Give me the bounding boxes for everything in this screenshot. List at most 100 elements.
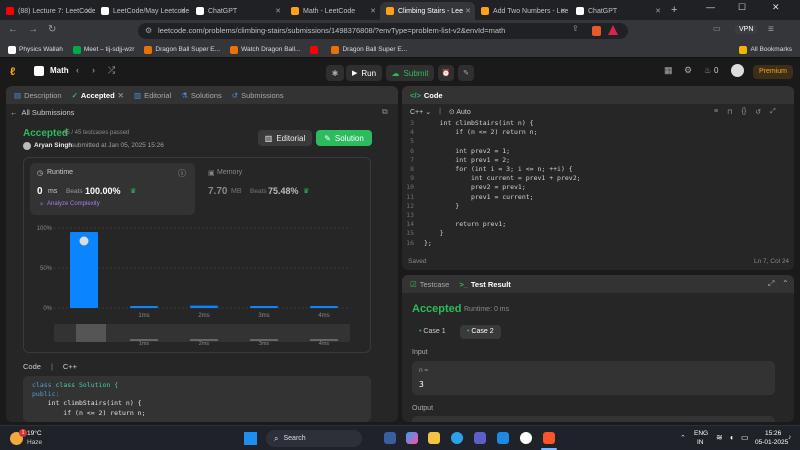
submit-button[interactable]: ☁ Submit: [386, 65, 434, 81]
browser-tab[interactable]: LeetCode/May Leetcode ✕: [95, 2, 190, 20]
brave-shield-icon[interactable]: [592, 26, 601, 36]
close-tab-icon[interactable]: ✕: [655, 7, 661, 15]
bookmark-item[interactable]: Physics Wallah: [8, 45, 63, 54]
close-tab-icon[interactable]: ✕: [370, 7, 376, 15]
tab-solutions[interactable]: ⚗ Solutions: [181, 91, 222, 100]
tab-editorial[interactable]: ▥ Editorial: [134, 91, 171, 100]
task-view-icon[interactable]: [384, 432, 396, 444]
link-icon[interactable]: ⧉: [382, 107, 388, 117]
browser-tab[interactable]: Math - LeetCode ✕: [285, 2, 380, 20]
url-field[interactable]: ⚙ leetcode.com/problems/climbing-stairs/…: [138, 23, 628, 39]
code-editor[interactable]: 3 int climbStairs(int n) {4 if (n <= 2) …: [402, 119, 794, 248]
user-name[interactable]: Aryan Singh: [34, 142, 72, 149]
clock-time[interactable]: 15:26: [765, 430, 781, 437]
extensions-icon[interactable]: ▭: [713, 24, 721, 33]
expand-icon[interactable]: ⤢: [768, 279, 774, 289]
brave-icon[interactable]: [543, 432, 555, 444]
language-code[interactable]: ENG: [694, 430, 708, 437]
format-icon[interactable]: ≡: [714, 108, 718, 116]
file-explorer-icon[interactable]: [428, 432, 440, 444]
avatar[interactable]: [731, 64, 744, 77]
taskbar-search[interactable]: ⌕ Search: [266, 430, 362, 447]
bookmark-item[interactable]: Dragon Ball Super E...: [144, 45, 220, 54]
minimize-icon[interactable]: —: [706, 2, 715, 12]
language-select[interactable]: C++ ⌄: [410, 108, 431, 116]
browser-tab[interactable]: (88) Lecture 7: LeetCode ✕: [0, 2, 95, 20]
menu-icon[interactable]: ≡: [768, 24, 774, 35]
bookmark-item[interactable]: Watch Dragon Ball...: [230, 45, 300, 54]
close-tab-icon[interactable]: ✕: [465, 7, 471, 15]
edge-icon[interactable]: [451, 432, 463, 444]
reset-icon[interactable]: ↺: [755, 108, 761, 116]
reload-icon[interactable]: ↻: [48, 24, 56, 35]
case-1-tab[interactable]: • Case 1: [412, 325, 453, 339]
back-icon[interactable]: ←: [8, 24, 18, 35]
close-tab-icon[interactable]: ✕: [275, 7, 281, 15]
notes-button[interactable]: ✎: [458, 65, 474, 81]
analyze-complexity-link[interactable]: Analyze Complexity: [47, 201, 100, 207]
runtime-card[interactable]: ◷ Runtime ⓘ 0 ms Beats 100.00% ♛ ✧ Analy…: [30, 163, 195, 215]
premium-button[interactable]: Premium: [753, 65, 794, 79]
close-tab-icon[interactable]: ✕: [560, 7, 566, 15]
case-2-tab[interactable]: • Case 2: [460, 325, 501, 339]
browser-tab[interactable]: Add Two Numbers - Lee ✕: [475, 2, 570, 20]
bookmark-item[interactable]: Meet – tij-sdjj-wzr: [72, 45, 134, 54]
browser-tab[interactable]: ChatGPT ✕: [570, 2, 665, 20]
tab-accepted[interactable]: ✓ Accepted ✕: [72, 91, 124, 100]
solution-button[interactable]: ✎ Solution: [316, 130, 372, 146]
tab-code[interactable]: </> Code: [410, 91, 443, 100]
vpn-button[interactable]: VPN: [735, 25, 758, 34]
leetcode-logo-icon[interactable]: ℓ: [10, 66, 15, 78]
debug-button[interactable]: ✱: [326, 65, 344, 81]
bookmark-icon[interactable]: ⊓: [727, 108, 732, 116]
brackets-icon[interactable]: {}: [742, 108, 747, 116]
editorial-button[interactable]: ▥ Editorial: [258, 130, 312, 146]
volume-icon[interactable]: ◖: [729, 433, 734, 442]
windows-start-icon[interactable]: [244, 432, 257, 445]
browser-tab[interactable]: Climbing Stairs - Lee ✕: [380, 2, 475, 20]
prev-problem-icon[interactable]: ‹: [76, 65, 79, 75]
store-icon[interactable]: [497, 432, 509, 444]
copilot-icon[interactable]: [406, 432, 418, 444]
battery-icon[interactable]: ▭: [741, 433, 749, 442]
tray-overflow-icon[interactable]: ⌃: [680, 434, 686, 442]
tab-testcase[interactable]: ☑ Testcase: [410, 280, 449, 289]
shuffle-icon[interactable]: ⤮: [108, 65, 115, 76]
notification-bell-icon[interactable]: ♪: [788, 434, 792, 441]
timer-button[interactable]: ⏰: [438, 65, 454, 81]
dell-icon[interactable]: [520, 432, 532, 444]
brave-rewards-icon[interactable]: [608, 25, 618, 35]
layout-icon[interactable]: ▦: [664, 65, 673, 76]
browser-tab[interactable]: ChatGPT ✕: [190, 2, 285, 20]
forward-icon[interactable]: →: [28, 24, 38, 35]
all-bookmarks-button[interactable]: All Bookmarks: [739, 45, 792, 54]
share-icon[interactable]: ⇪: [572, 24, 579, 33]
settings-icon[interactable]: ⚙: [684, 65, 692, 76]
maximize-icon[interactable]: ☐: [738, 2, 746, 13]
all-submissions-link[interactable]: ← All Submissions: [10, 108, 74, 117]
language-region[interactable]: IN: [697, 439, 704, 446]
new-tab-icon[interactable]: +: [671, 2, 677, 20]
memory-card[interactable]: ▣ Memory 7.70 MB Beats 75.48% ♛: [202, 163, 367, 215]
bookmark-item[interactable]: [310, 45, 321, 54]
run-button[interactable]: ▶ Run: [346, 65, 382, 81]
close-tab-icon[interactable]: ✕: [85, 7, 91, 15]
site-info-icon[interactable]: ⚙: [145, 23, 152, 39]
auto-mode[interactable]: ⊙ Auto: [449, 108, 471, 116]
expand-icon[interactable]: ⤢: [770, 108, 776, 116]
bookmark-item[interactable]: Dragon Ball Super E...: [331, 45, 407, 54]
problem-list-title[interactable]: Math: [50, 66, 69, 75]
teams-icon[interactable]: [474, 432, 486, 444]
info-icon[interactable]: ⓘ: [178, 168, 186, 179]
user-avatar[interactable]: [23, 142, 31, 150]
clock-date[interactable]: 05-01-2025: [755, 439, 788, 446]
problem-list-icon[interactable]: [34, 66, 44, 76]
close-tab-icon[interactable]: ✕: [180, 7, 186, 15]
tab-submissions[interactable]: ↺ Submissions: [232, 91, 284, 100]
tab-test-result[interactable]: >_ Test Result: [459, 280, 510, 289]
wifi-icon[interactable]: ≋: [716, 433, 723, 442]
tab-description[interactable]: ▤ Description: [14, 91, 62, 100]
streak-fire-icon[interactable]: ♨: [704, 66, 711, 75]
runtime-distribution-chart[interactable]: 100% 50% 0% 1ms 2ms 3ms 4ms 1ms 2ms 3ms 4ms: [30, 220, 370, 350]
next-problem-icon[interactable]: ›: [92, 65, 95, 75]
